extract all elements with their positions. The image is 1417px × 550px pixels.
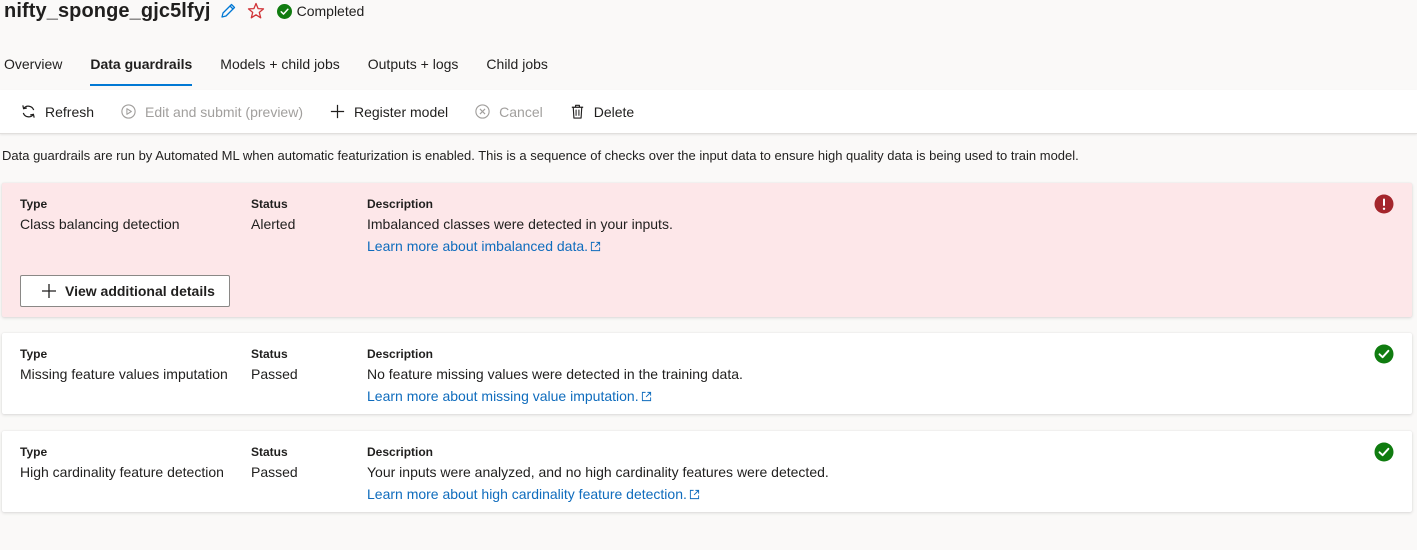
tab-models-child-jobs[interactable]: Models + child jobs	[206, 48, 353, 88]
type-column: Type High cardinality feature detection	[20, 445, 224, 481]
learn-more-link[interactable]: Learn more about missing value imputatio…	[367, 388, 652, 404]
description-column: Description No feature missing values we…	[367, 347, 743, 404]
command-bar: Refresh Edit and submit (preview) Regist…	[0, 90, 1417, 134]
learn-more-label: Learn more about high cardinality featur…	[367, 486, 687, 502]
pencil-icon[interactable]	[219, 2, 237, 20]
status-value: Passed	[251, 464, 298, 480]
type-value: Class balancing detection	[20, 216, 180, 232]
guardrail-card-high-cardinality: Type High cardinality feature detection …	[2, 431, 1412, 512]
delete-button[interactable]: Delete	[569, 103, 634, 120]
status-column: Status Passed	[251, 445, 298, 481]
cancel-button[interactable]: Cancel	[474, 103, 543, 120]
plus-icon	[330, 104, 345, 119]
star-icon[interactable]	[247, 2, 265, 20]
status-header: Status	[251, 445, 288, 459]
tab-child-jobs[interactable]: Child jobs	[472, 48, 561, 88]
refresh-label: Refresh	[45, 103, 95, 120]
type-value: High cardinality feature detection	[20, 464, 224, 480]
edit-submit-label: Edit and submit (preview)	[145, 103, 303, 120]
guardrails-intro: Data guardrails are run by Automated ML …	[2, 148, 1079, 163]
type-column: Type Missing feature values imputation	[20, 347, 228, 383]
cancel-label: Cancel	[499, 103, 543, 120]
status-value: Alerted	[251, 216, 296, 232]
description-header: Description	[367, 445, 434, 459]
description-value: Your inputs were analyzed, and no high c…	[367, 464, 829, 480]
view-details-label: View additional details	[65, 283, 215, 299]
status-header: Status	[251, 347, 288, 361]
job-header: nifty_sponge_gjc5lfyj Completed	[4, 0, 364, 25]
status-value: Passed	[251, 366, 298, 382]
refresh-button[interactable]: Refresh	[20, 103, 94, 120]
plus-icon	[42, 284, 56, 298]
view-additional-details-button[interactable]: View additional details	[20, 275, 230, 307]
learn-more-label: Learn more about missing value imputatio…	[367, 388, 639, 404]
register-model-button[interactable]: Register model	[329, 103, 448, 120]
tab-data-guardrails[interactable]: Data guardrails	[76, 48, 206, 88]
description-header: Description	[367, 347, 434, 361]
type-header: Type	[20, 347, 48, 361]
tab-overview[interactable]: Overview	[0, 48, 76, 88]
check-circle-icon	[276, 3, 292, 19]
guardrail-card-class-balancing: Type Class balancing detection Status Al…	[2, 183, 1412, 317]
edit-submit-button[interactable]: Edit and submit (preview)	[120, 103, 303, 120]
status-column: Status Alerted	[251, 197, 295, 233]
description-column: Description Your inputs were analyzed, a…	[367, 445, 829, 502]
description-column: Description Imbalanced classes were dete…	[367, 197, 673, 254]
description-value: Imbalanced classes were detected in your…	[367, 216, 673, 232]
check-circle-icon	[1374, 442, 1394, 462]
type-value: Missing feature values imputation	[20, 366, 228, 382]
status-label: Completed	[296, 3, 365, 19]
description-header: Description	[367, 197, 434, 211]
register-model-label: Register model	[353, 103, 449, 120]
type-header: Type	[20, 197, 48, 211]
learn-more-label: Learn more about imbalanced data.	[367, 238, 589, 254]
learn-more-link[interactable]: Learn more about imbalanced data.	[367, 238, 601, 254]
external-link-icon	[590, 241, 601, 251]
error-icon	[1374, 194, 1394, 214]
status-header: Status	[251, 197, 288, 211]
type-column: Type Class balancing detection	[20, 197, 180, 233]
tab-outputs-logs[interactable]: Outputs + logs	[354, 48, 473, 88]
play-circle-icon	[121, 104, 136, 119]
tab-bar: Overview Data guardrails Models + child …	[0, 48, 562, 88]
delete-label: Delete	[593, 103, 635, 120]
trash-icon	[571, 104, 583, 119]
guardrail-card-missing-values: Type Missing feature values imputation S…	[2, 333, 1412, 414]
external-link-icon	[641, 391, 651, 401]
learn-more-link[interactable]: Learn more about high cardinality featur…	[367, 486, 700, 502]
cancel-circle-icon	[475, 104, 490, 119]
refresh-icon	[22, 105, 35, 118]
status-column: Status Passed	[251, 347, 298, 383]
external-link-icon	[689, 489, 699, 499]
run-status: Completed	[276, 3, 365, 19]
description-value: No feature missing values were detected …	[367, 366, 743, 382]
check-circle-icon	[1374, 344, 1394, 364]
type-header: Type	[20, 445, 48, 459]
job-title: nifty_sponge_gjc5lfyj	[4, 0, 211, 22]
